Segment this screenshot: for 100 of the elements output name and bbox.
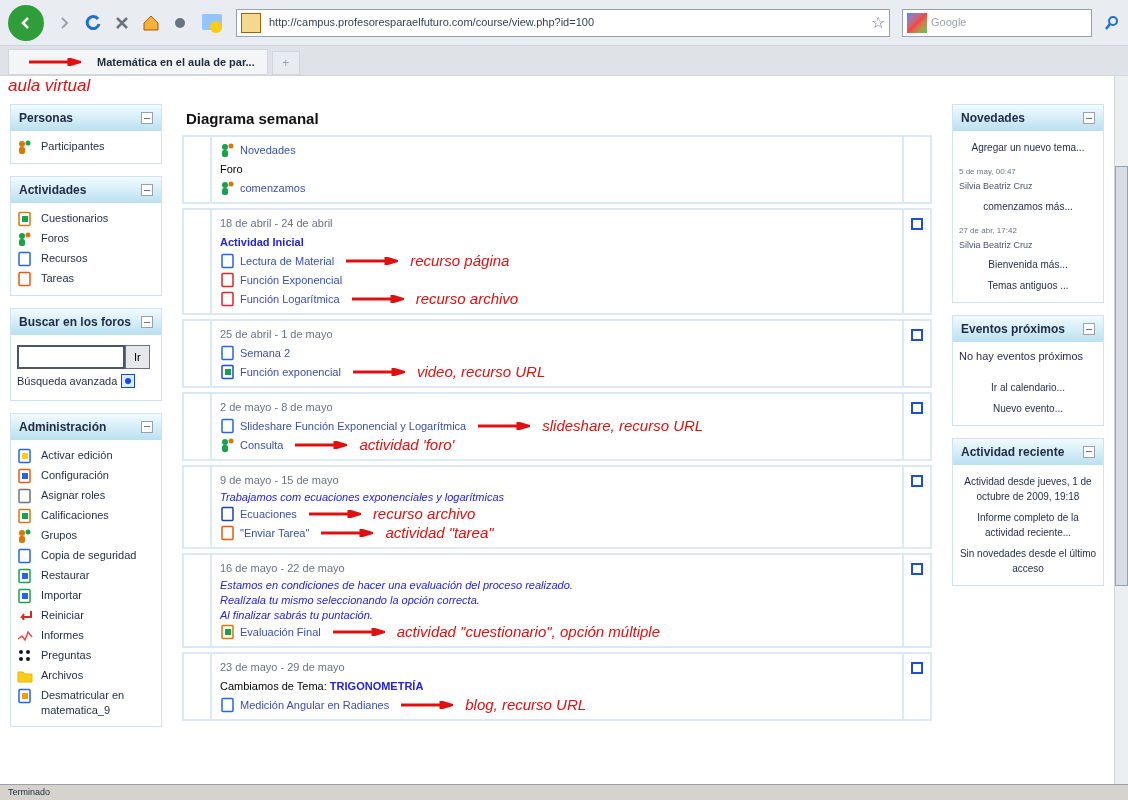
annotation-text: blog, recurso URL <box>465 696 587 714</box>
toggle-icon[interactable] <box>911 474 923 487</box>
status-text: Terminado <box>8 785 51 799</box>
toggle-icon[interactable] <box>911 562 923 575</box>
toggle-icon[interactable] <box>911 401 923 414</box>
sidebar-link[interactable]: Participantes <box>41 139 105 154</box>
block-link[interactable]: Ir al calendario... <box>959 376 1097 398</box>
annotation-arrow <box>346 257 399 265</box>
annotation-arrow <box>351 295 404 303</box>
post-author: Silvia Beatriz Cruz <box>959 180 1034 193</box>
document-icon <box>220 345 236 361</box>
activity-link[interactable]: Lectura de Material <box>240 251 335 271</box>
search-icon[interactable] <box>1104 14 1120 31</box>
star-icon[interactable]: ☆ <box>871 10 885 35</box>
sidebar-link[interactable]: Calificaciones <box>41 507 109 523</box>
sidebar-link[interactable]: Reiniciar <box>41 607 84 623</box>
collapse-icon[interactable] <box>1083 445 1095 458</box>
collapse-icon[interactable] <box>141 316 153 328</box>
activity-link[interactable]: comenzamos <box>240 178 306 198</box>
annotation-text: recurso página <box>410 252 510 270</box>
home-icon[interactable] <box>142 13 160 32</box>
activity-link[interactable]: Novedades <box>240 140 296 160</box>
collapse-icon[interactable] <box>1083 112 1095 124</box>
advanced-search-link[interactable]: Búsqueda avanzada <box>17 373 118 390</box>
refresh-icon[interactable] <box>84 13 102 32</box>
block-title: Administración <box>19 418 107 436</box>
activity-link[interactable]: Evaluación Final <box>240 622 321 642</box>
block-link[interactable]: Nuevo evento... <box>959 397 1097 419</box>
block-title: Actividades <box>19 182 87 199</box>
annotation-arrow <box>332 628 385 636</box>
sidebar-link[interactable]: Importar <box>41 587 82 603</box>
go-button[interactable]: Ir <box>125 345 150 369</box>
collapse-icon[interactable] <box>141 184 153 196</box>
post-date: 27 de abr, 17:42 <box>959 224 1018 237</box>
activity-link[interactable]: "Enviar Tarea" <box>240 523 310 543</box>
annotation-text: actividad "tarea" <box>385 524 494 542</box>
sidebar-link[interactable]: Foros <box>41 231 70 246</box>
sidebar-link[interactable]: Recursos <box>41 251 88 266</box>
section-summary: Estamos en condiciones de hacer una evaluación del proceso realizado. <box>220 577 573 593</box>
block-link[interactable]: Agregar un nuevo tema... <box>959 137 1097 158</box>
post-author: Silvia Beatriz Cruz <box>959 238 1034 252</box>
activity-link[interactable]: Semana 2 <box>240 343 291 363</box>
block-link[interactable]: Actividad desde jueves, 1 de octubre de 2009, 19:18 <box>959 470 1097 507</box>
search-input[interactable] <box>17 345 125 369</box>
block-title: Novedades <box>961 110 1026 127</box>
back-button[interactable] <box>8 4 44 41</box>
activity-link[interactable]: Medición Angular en Radianes <box>240 695 390 715</box>
annotation-arrow <box>401 701 454 709</box>
activity-link[interactable]: Función Logarítmica <box>240 289 340 309</box>
people-icon <box>17 139 33 155</box>
browser-tab[interactable]: Matemática en el aula de par... <box>8 49 268 75</box>
section-summary: Al finalizar sabrás tu puntación. <box>220 607 373 623</box>
sidebar-link[interactable]: Informes <box>41 627 84 643</box>
annotation-text: actividad 'foro' <box>359 436 455 454</box>
sidebar-link[interactable]: Copia de seguridad <box>41 547 137 563</box>
block-text: No hay eventos próximos <box>959 349 1085 364</box>
activity-link[interactable]: Función exponencial <box>240 362 341 382</box>
block-link[interactable]: comenzamos más... <box>959 195 1097 217</box>
close-icon[interactable] <box>114 14 130 31</box>
sidebar-link[interactable]: Archivos <box>41 667 84 683</box>
activity-link[interactable]: Slideshare Función Exponencial y Logarítmica <box>240 416 467 436</box>
toggle-icon[interactable] <box>911 217 923 230</box>
block-title: Personas <box>19 110 74 127</box>
sidebar-link[interactable]: Restaurar <box>41 567 90 583</box>
sidebar-link[interactable]: Cuestionarios <box>41 211 109 226</box>
activity-link[interactable]: Función Exponencial <box>240 270 343 290</box>
sidebar-link[interactable]: Asignar roles <box>41 487 106 503</box>
annotation-text: recurso archivo <box>372 505 476 523</box>
week-dates: 23 de mayo - 29 de mayo <box>220 659 346 675</box>
annotation-arrow <box>321 529 374 537</box>
people-icon <box>220 437 236 453</box>
activity-link[interactable]: Ecuaciones <box>240 504 297 524</box>
annotation-text: aula virtual <box>7 76 92 96</box>
scrollbar[interactable] <box>1114 76 1128 784</box>
sidebar-link[interactable]: Grupos <box>41 527 78 543</box>
toggle-icon[interactable] <box>911 661 923 674</box>
sidebar-link[interactable]: Activar edición <box>41 447 113 463</box>
people-icon <box>220 142 236 158</box>
sidebar-link[interactable]: Preguntas <box>41 647 92 663</box>
week-dates: 25 de abril - 1 de mayo <box>220 326 334 342</box>
block-link[interactable]: Bienvenida más... <box>959 254 1097 275</box>
address-bar[interactable]: http://campus.profesoresparaelfuturo.com/course/view.php?id=100 ☆ <box>236 8 890 37</box>
document-icon <box>220 697 236 713</box>
annotation-text: recurso archivo <box>415 290 519 308</box>
people-icon <box>220 180 236 196</box>
help-icon[interactable] <box>121 374 136 389</box>
sidebar-link[interactable]: Configuración <box>41 467 109 483</box>
sidebar-link[interactable]: Tareas <box>41 271 75 286</box>
activity-link[interactable]: Consulta <box>240 435 284 455</box>
annotation-arrow <box>478 422 531 430</box>
block-link[interactable]: Informe completo de la actividad reciente... <box>959 506 1097 543</box>
block-title: Eventos próximos <box>961 321 1066 338</box>
collapse-icon[interactable] <box>141 112 153 124</box>
sidebar-link[interactable]: Desmatricular en matematica_9 <box>41 687 155 718</box>
block-link[interactable]: Sin novedades desde el último acceso <box>959 542 1097 579</box>
collapse-icon[interactable] <box>141 420 153 433</box>
block-link[interactable]: Temas antiguos ... <box>959 275 1097 296</box>
block-title: Actividad reciente <box>961 443 1065 461</box>
toggle-icon[interactable] <box>911 328 923 341</box>
collapse-icon[interactable] <box>1083 323 1095 335</box>
